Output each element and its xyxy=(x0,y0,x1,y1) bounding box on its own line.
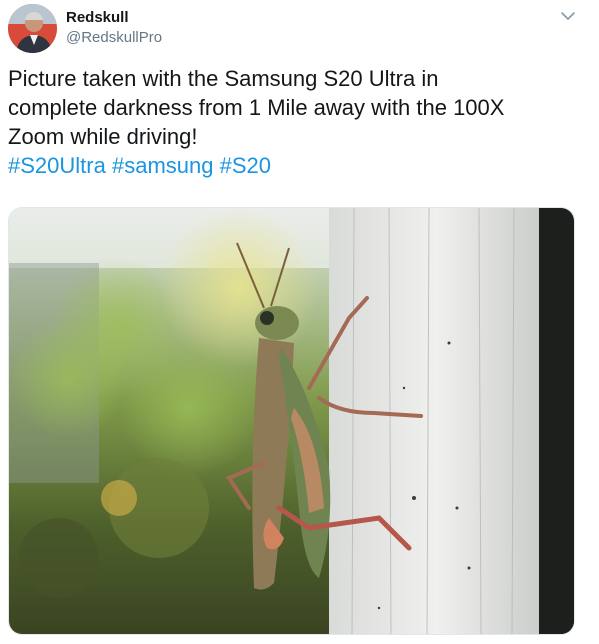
chevron-down-icon[interactable] xyxy=(558,8,578,26)
hashtag-list: #S20Ultra #samsung #S20 xyxy=(8,151,588,180)
tweet-text-line: Zoom while driving! xyxy=(8,124,198,149)
tweet-text: Picture taken with the Samsung S20 Ultra… xyxy=(8,64,588,180)
tweet: Redskull @RedskullPro Picture taken with… xyxy=(0,0,599,644)
tweet-text-line: Picture taken with the Samsung S20 Ultra… xyxy=(8,66,439,91)
hashtag-link[interactable]: #samsung xyxy=(112,153,214,178)
hashtag-link[interactable]: #S20 xyxy=(220,153,271,178)
tweet-text-line: complete darkness from 1 Mile away with … xyxy=(8,95,505,120)
tweet-media-image[interactable] xyxy=(8,207,575,635)
author-handle[interactable]: @RedskullPro xyxy=(66,29,162,46)
grasshopper-photo xyxy=(9,208,574,634)
author-name[interactable]: Redskull xyxy=(66,9,129,26)
hashtag-link[interactable]: #S20Ultra xyxy=(8,153,106,178)
avatar[interactable] xyxy=(8,4,57,53)
